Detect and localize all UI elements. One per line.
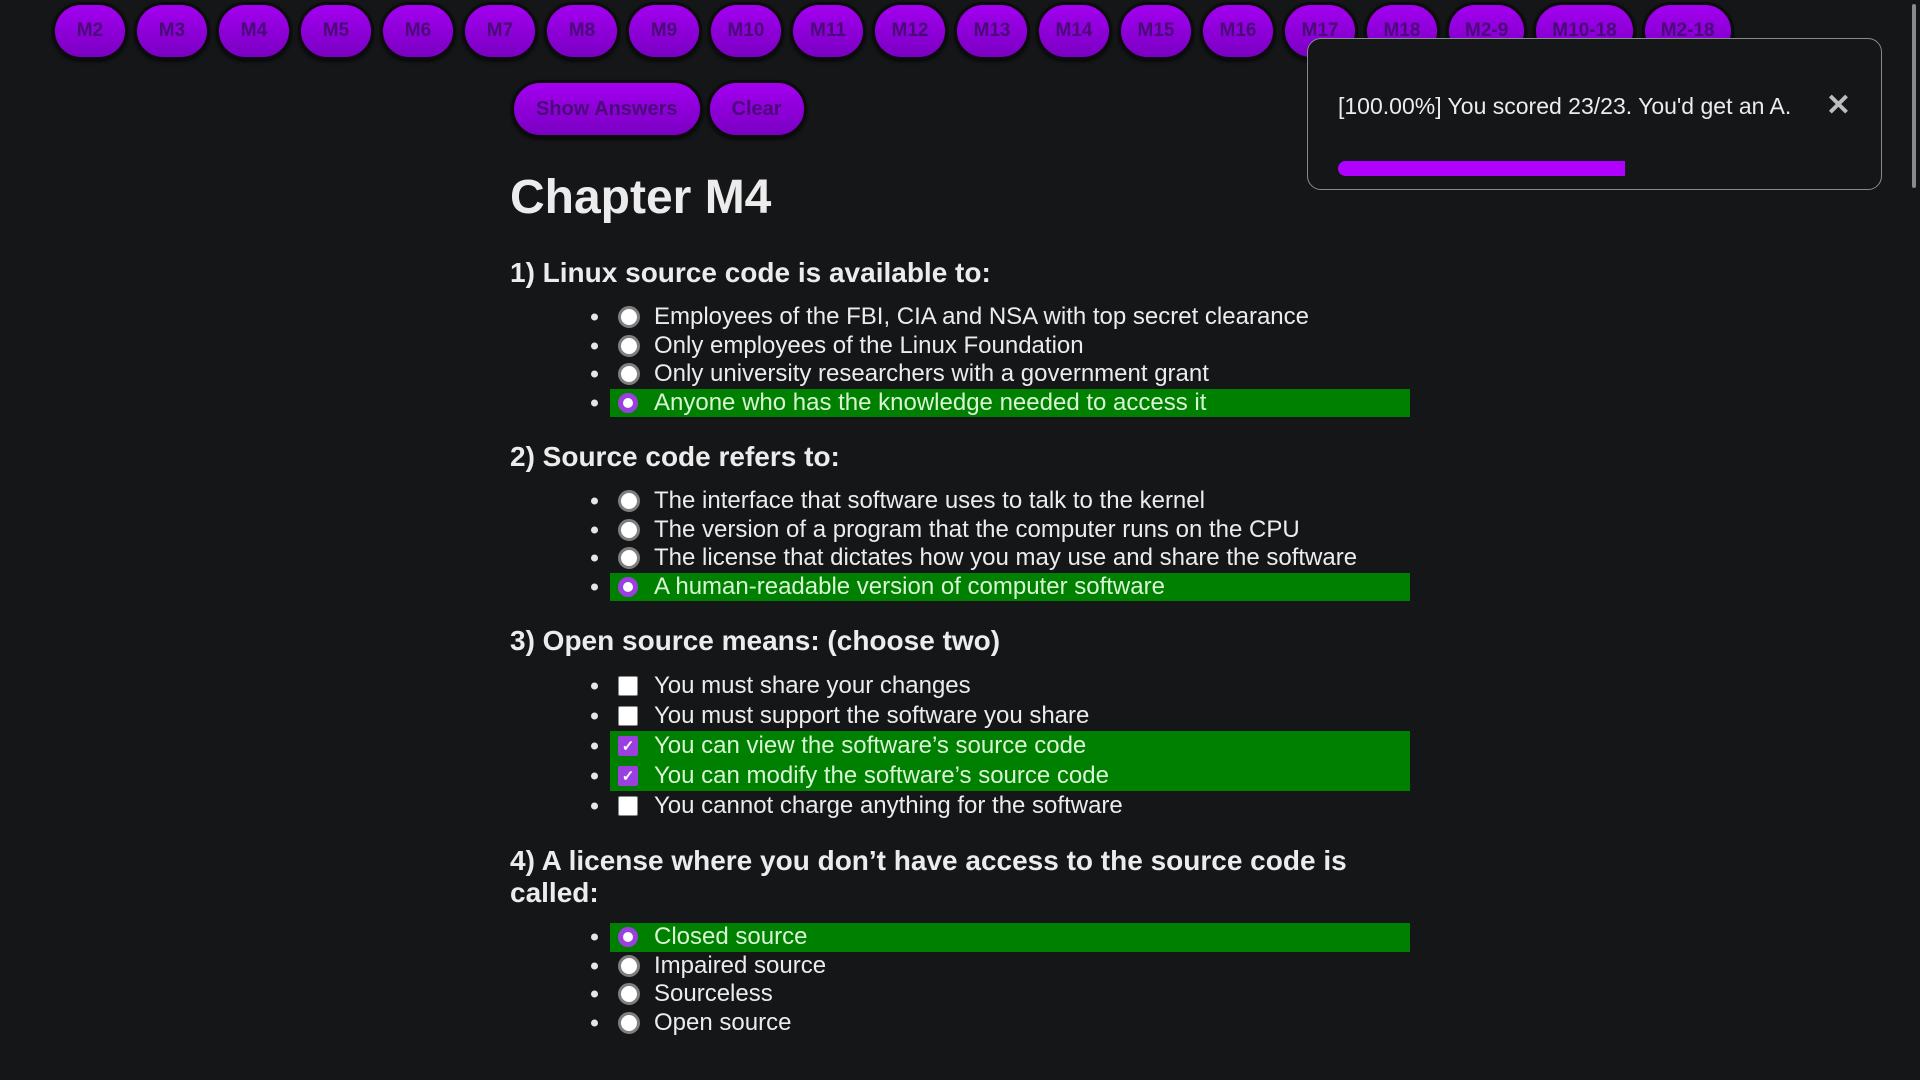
chapter-button-m14[interactable]: M14 [1036, 2, 1112, 60]
answer-options: Employees of the FBI, CIA and NSA with t… [510, 303, 1410, 417]
radio-button[interactable] [618, 927, 638, 948]
option-label: You cannot charge anything for the softw… [654, 792, 1123, 819]
answer-option[interactable]: The license that dictates how you may us… [550, 544, 1410, 573]
checkbox[interactable]: ✓ [618, 766, 638, 786]
radio-button[interactable] [618, 392, 638, 413]
question-1: 1) Linux source code is available to: Emp… [510, 257, 1410, 417]
question-3: 3) Open source means: (choose two) You mu… [510, 625, 1410, 821]
option-label: The license that dictates how you may us… [654, 544, 1358, 572]
answer-option[interactable]: ✓ You can modify the software’s source co… [550, 761, 1410, 791]
radio-button[interactable] [618, 334, 640, 357]
answer-option[interactable]: Only employees of the Linux Foundation [550, 332, 1410, 361]
radio-button[interactable] [618, 547, 640, 570]
chapter-button-m13[interactable]: M13 [954, 2, 1030, 60]
option-label: The interface that software uses to talk… [654, 487, 1205, 515]
checkbox[interactable] [618, 796, 638, 816]
radio-button[interactable] [618, 490, 640, 513]
answer-option[interactable]: You must share your changes [550, 671, 1410, 701]
question-2: 2) Source code refers to: The interface t… [510, 441, 1410, 601]
answer-option[interactable]: A human-readable version of computer sof… [550, 572, 1410, 601]
answer-option[interactable]: Impaired source [550, 952, 1410, 981]
chapter-button-m9[interactable]: M9 [626, 2, 702, 60]
answer-option[interactable]: Employees of the FBI, CIA and NSA with t… [550, 303, 1410, 332]
chapter-button-m12[interactable]: M12 [872, 2, 948, 60]
score-message: [100.00%] You scored 23/23. You'd get an… [1338, 93, 1792, 119]
option-label: Sourceless [654, 980, 773, 1008]
quiz-page: M2 M3 M4 M5 M6 M7 M8 M9 M10 M11 M12 M13 M14 M15 M16 M17… [0, 0, 1920, 1080]
chapter-button-m10[interactable]: M10 [708, 2, 784, 60]
option-label: The version of a program that the comput… [654, 515, 1300, 543]
radio-button[interactable] [618, 1011, 640, 1034]
scrollbar-thumb[interactable] [1912, 4, 1916, 188]
radio-button[interactable] [618, 306, 640, 329]
toast-timer-fill [1338, 161, 1626, 176]
option-label: You can modify the software’s source cod… [654, 762, 1109, 789]
question-title: 4) A license where you don’t have access… [510, 845, 1347, 908]
chapter-button-m2[interactable]: M2 [52, 2, 128, 60]
radio-button[interactable] [618, 363, 640, 386]
page-scrollbar[interactable] [1906, 0, 1920, 1080]
answer-option[interactable]: Anyone who has the knowledge needed to a… [550, 388, 1410, 417]
answer-option[interactable]: Only university researchers with a gover… [550, 360, 1410, 389]
chapter-button-m7[interactable]: M7 [462, 2, 538, 60]
radio-button[interactable] [618, 576, 638, 597]
question-title: 2) Source code refers to: [510, 441, 840, 472]
option-label: Closed source [654, 923, 808, 951]
answer-option[interactable]: You must support the software you share [550, 701, 1410, 731]
page-title: Chapter M4 [510, 171, 772, 224]
option-label: You must share your changes [654, 672, 971, 699]
answer-option[interactable]: The interface that software uses to talk… [550, 487, 1410, 516]
answer-option[interactable]: You cannot charge anything for the softw… [550, 791, 1410, 821]
answer-options: Closed source Impaired source Sourceless Op… [510, 923, 1410, 1037]
option-label: Anyone who has the knowledge needed to a… [654, 388, 1207, 416]
radio-button[interactable] [618, 954, 640, 977]
question-list: 1) Linux source code is available to: Emp… [510, 257, 1410, 1037]
chapter-button-m6[interactable]: M6 [380, 2, 456, 60]
option-label: A human-readable version of computer sof… [654, 572, 1165, 600]
show-answers-button[interactable]: Show Answers [511, 80, 703, 138]
toast-timer-bar [1338, 161, 1851, 176]
clear-button[interactable]: Clear [706, 80, 807, 138]
answer-options: You must share your changes You must supp… [510, 671, 1410, 821]
answer-option[interactable]: Closed source [550, 923, 1410, 952]
checkbox[interactable]: ✓ [618, 736, 638, 756]
action-row: Show Answers Clear [511, 80, 807, 138]
question-title: 1) Linux source code is available to: [510, 257, 991, 288]
close-icon[interactable]: ✕ [1826, 91, 1851, 121]
chapter-button-m15[interactable]: M15 [1118, 2, 1194, 60]
answer-option[interactable]: ✓ You can view the software’s source code [550, 731, 1410, 761]
chapter-button-m16[interactable]: M16 [1200, 2, 1276, 60]
option-label: Only employees of the Linux Foundation [654, 331, 1084, 359]
checkbox[interactable] [618, 706, 638, 726]
chapter-button-m8[interactable]: M8 [544, 2, 620, 60]
chapter-button-m3[interactable]: M3 [134, 2, 210, 60]
option-label: You can view the software’s source code [654, 732, 1087, 759]
chapter-button-m5[interactable]: M5 [298, 2, 374, 60]
radio-button[interactable] [618, 518, 640, 541]
answer-option[interactable]: Open source [550, 1009, 1410, 1038]
checkbox[interactable] [618, 676, 638, 696]
option-label: Employees of the FBI, CIA and NSA with t… [654, 303, 1309, 331]
score-toast: [100.00%] You scored 23/23. You'd get an… [1307, 38, 1882, 190]
chapter-button-m4[interactable]: M4 [216, 2, 292, 60]
chapter-button-m11[interactable]: M11 [790, 2, 866, 60]
quiz-content: Chapter M4 1) Linux source code is avail… [510, 165, 1410, 1037]
question-title: 3) Open source means: (choose two) [510, 625, 1001, 656]
question-4: 4) A license where you don’t have access… [510, 845, 1410, 1037]
option-label: You must support the software you share [654, 702, 1090, 729]
option-label: Impaired source [654, 951, 827, 979]
radio-button[interactable] [618, 983, 640, 1006]
answer-option[interactable]: Sourceless [550, 980, 1410, 1009]
answer-option[interactable]: The version of a program that the comput… [550, 516, 1410, 545]
option-label: Only university researchers with a gover… [654, 360, 1209, 388]
answer-options: The interface that software uses to talk… [510, 487, 1410, 601]
option-label: Open source [654, 1008, 792, 1036]
